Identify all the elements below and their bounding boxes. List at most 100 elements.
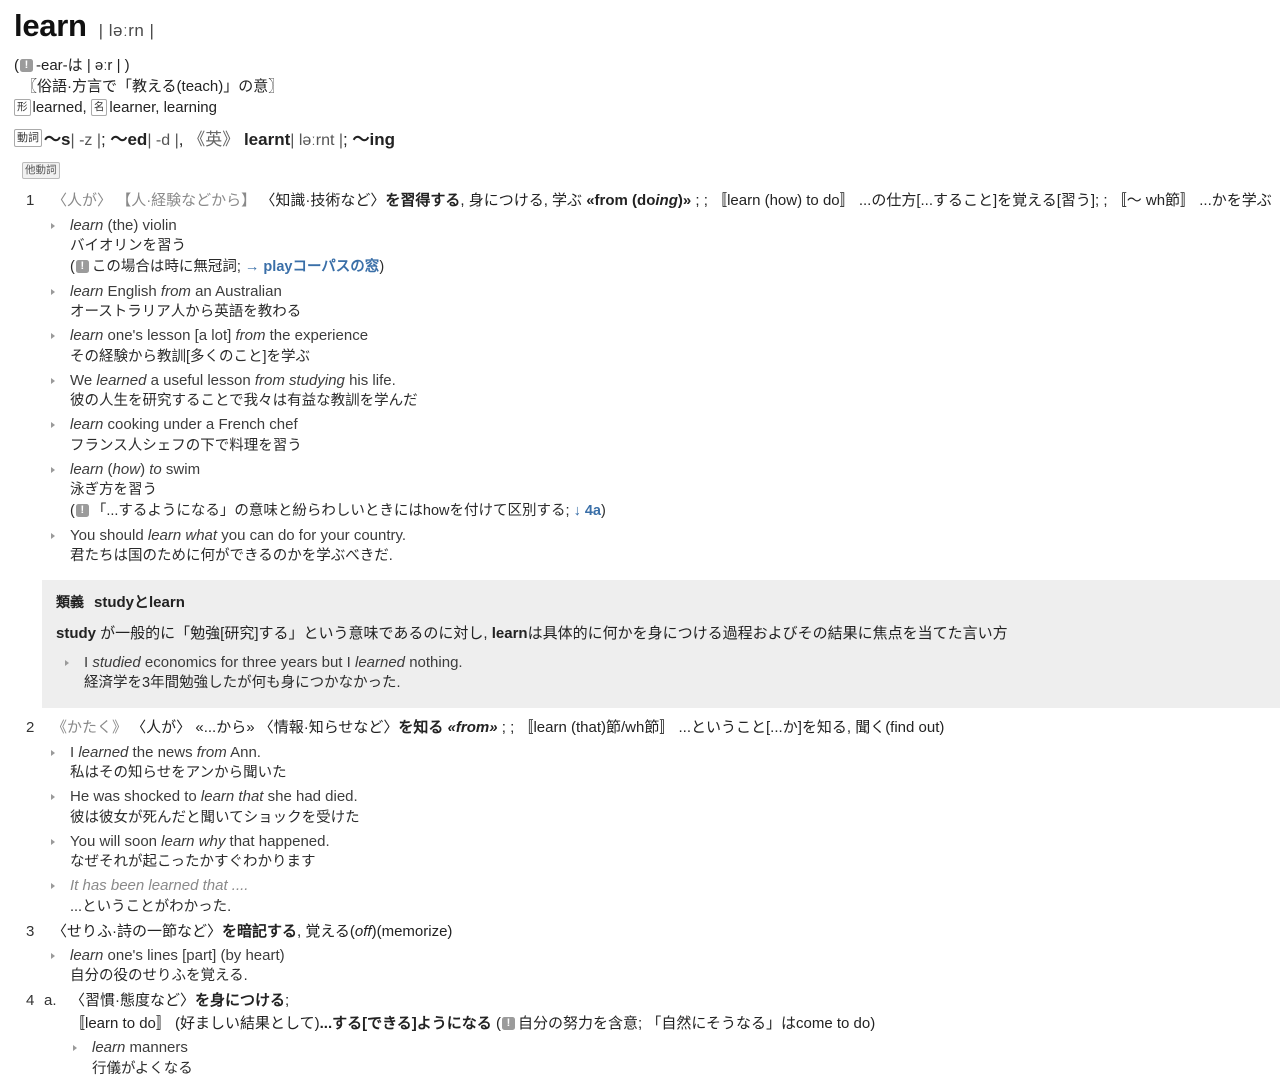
text-run: from [160, 283, 191, 301]
caution-icon [75, 503, 89, 518]
text-run: 〈知識·技術など〉 [260, 192, 386, 210]
text-run: 〈人が〉 [52, 192, 113, 210]
pronunciation-note: (-ear-は | əːr | ) [14, 55, 1280, 76]
inflection-sep-3: ; [343, 129, 348, 149]
text-run: cooking under a French chef [103, 416, 298, 434]
text-run: 〈習慣·態度など〉 [70, 992, 195, 1010]
text-run: studied [92, 653, 141, 671]
synonym-tag: 類義 [56, 593, 84, 610]
text-run: )» [677, 192, 692, 210]
derivative-adjective: learned, [32, 98, 87, 116]
text-run: We [70, 371, 97, 389]
example-item: learn English from an Australian オーストラリア人… [0, 281, 1280, 323]
text-run: learn what [147, 527, 218, 545]
inflection-learnt: learnt [243, 129, 291, 149]
cross-reference-link[interactable]: → play [245, 259, 293, 275]
inflection-s-ipa: | -z | [70, 131, 101, 149]
example-japanese: バイオリンを習う [70, 238, 186, 255]
text-run: ; [285, 992, 290, 1010]
example-japanese: ...ということがわかった. [70, 898, 232, 915]
text-run: off [354, 922, 372, 940]
text-run: from [235, 327, 266, 345]
example-japanese: フランス人シェフの下で料理を習う [70, 437, 302, 454]
text-run: He was shocked to [70, 788, 201, 806]
text-run: 〚learn to do〛 [70, 1014, 171, 1032]
text-run: ) [140, 460, 150, 478]
verb-pos-tag: 動詞 [14, 128, 42, 147]
text-run: you can do for your country. [217, 527, 407, 545]
text-run: ...の仕方[...すること]を覚える[習う] [858, 192, 1096, 210]
text-run: ...する[できる]ようになる [319, 1014, 492, 1032]
text-run: ; ; 〚〜 wh節〛 [1095, 192, 1200, 210]
sense-number: 1 [26, 192, 35, 210]
example-japanese: 彼は彼女が死んだと聞いてショックを受けた [70, 809, 360, 826]
text-run: nothing. [405, 653, 463, 671]
text-run: 自分の努力を含意; 「自然にそうなる」はcome to do) [517, 1014, 876, 1032]
text-run: to [149, 460, 162, 478]
dictionary-entry-page: learn | ləːrn | (-ear-は | əːr | ) 〖俗語·方言… [0, 0, 1280, 1080]
example-english: learn one's lesson [a lot] from the expe… [70, 325, 1280, 346]
sense-definition: 3 〈せりふ·詩の一節など〉を暗記する, 覚える(off)(memorize) [0, 921, 1280, 944]
text-run: が一般的に「勉強[研究]する」という意味であるのに対し, [96, 625, 492, 643]
example-usage-note: (この場合は時に無冠詞; → playコーパスの窓) [70, 257, 1280, 279]
example-english: I studied economics for three years but … [84, 652, 1280, 673]
example-item: learn one's lesson [a lot] from the expe… [0, 325, 1280, 367]
example-item: I learned the news from Ann. 私はその知らせをアンから… [0, 742, 1280, 784]
example-item: We learned a useful lesson from studying… [0, 370, 1280, 412]
text-run: learn [70, 283, 104, 301]
adjective-tag: 形 [14, 98, 31, 117]
text-run: the news [128, 743, 197, 761]
example-japanese: 君たちは国のために何ができるのかを学ぶべきだ. [70, 548, 393, 565]
text-run: learn [70, 416, 104, 434]
text-run: from studying [254, 371, 345, 389]
example-japanese: 自分の役のせりふを覚える. [70, 968, 248, 985]
text-run: that happened. [225, 832, 330, 850]
cross-reference-link[interactable]: コーパスの窓 [292, 259, 379, 275]
transitive-row: 他動詞 [0, 153, 1280, 182]
text-run: (the) violin [103, 216, 177, 234]
example-english: learn (how) to swim [70, 459, 1280, 480]
synonym-panel-header: 類義 studyとlearn [56, 592, 1280, 614]
inflection-ed: 〜ed [110, 129, 148, 149]
example-item: I studied economics for three years but … [56, 652, 1280, 694]
inflection-line: 動詞 〜s| -z |; 〜ed| -d |, 《英》 learnt| ləːrn… [0, 118, 1280, 153]
example-english: You should learn what you can do for you… [70, 525, 1280, 546]
example-japanese: 行儀がよくなる [92, 1060, 193, 1077]
text-run: を暗記する [222, 922, 298, 940]
example-item: learn one's lines [part] (by heart) 自分の役の… [0, 945, 1280, 987]
text-run: study [56, 625, 97, 643]
text-run: a useful lesson [146, 371, 255, 389]
synonym-title: studyとlearn [94, 593, 185, 611]
text-run: learn why [161, 832, 226, 850]
text-run: ...ということ[...か]を知る, 聞く(find out) [678, 719, 945, 737]
inflection-sep-1: ; [101, 129, 106, 149]
example-japanese: 彼の人生を研究することで我々は有益な教訓を学んだ [70, 393, 418, 410]
text-run: You will soon [70, 832, 162, 850]
example-item: learn (how) to swim 泳ぎ方を習う (「...するようになる」の意… [0, 459, 1280, 523]
sense-number: 3 [26, 922, 35, 940]
text-run: how [112, 460, 141, 478]
inflection-learnt-ipa: | ləːrnt | [290, 131, 344, 149]
text-run: この場合は時に無冠詞; [91, 259, 245, 276]
text-run: she had died. [263, 788, 358, 806]
text-run: «from (do [586, 192, 656, 210]
example-usage-note: (「...するようになる」の意味と紛らわしいときにはhowを付けて区別する; ↓… [70, 501, 1280, 523]
text-run: one's lesson [a lot] [103, 327, 236, 345]
text-run: 〈人が〉 «...から» 〈情報·知らせなど〉 [127, 719, 399, 737]
inflection-sep-2: , [178, 129, 184, 149]
sense-number: 2 [26, 719, 35, 737]
example-english: learn (the) violin [70, 215, 1280, 236]
subsense: a. 〈習慣·態度など〉を身につける; 〚learn to do〛 (好ましい結果と… [0, 990, 1280, 1079]
text-run: learned [354, 653, 406, 671]
cross-reference-link[interactable]: ↓ 4a [574, 503, 601, 519]
inflection-ed-ipa: | -d | [147, 131, 179, 149]
text-run: 〈せりふ·詩の一節など〉 [52, 922, 222, 940]
example-japanese: 泳ぎ方を習う [70, 482, 157, 499]
text-run: を身につける [195, 992, 286, 1010]
noun-tag: 名 [90, 98, 108, 117]
example-english: You will soon learn why that happened. [70, 831, 1280, 852]
transitive-verb-tag: 他動詞 [22, 161, 60, 180]
example-item: You will soon learn why that happened. なぜ… [0, 831, 1280, 873]
text-run: 《かたく》 [52, 719, 128, 737]
text-run: one's lines [part] (by heart) [103, 947, 285, 965]
